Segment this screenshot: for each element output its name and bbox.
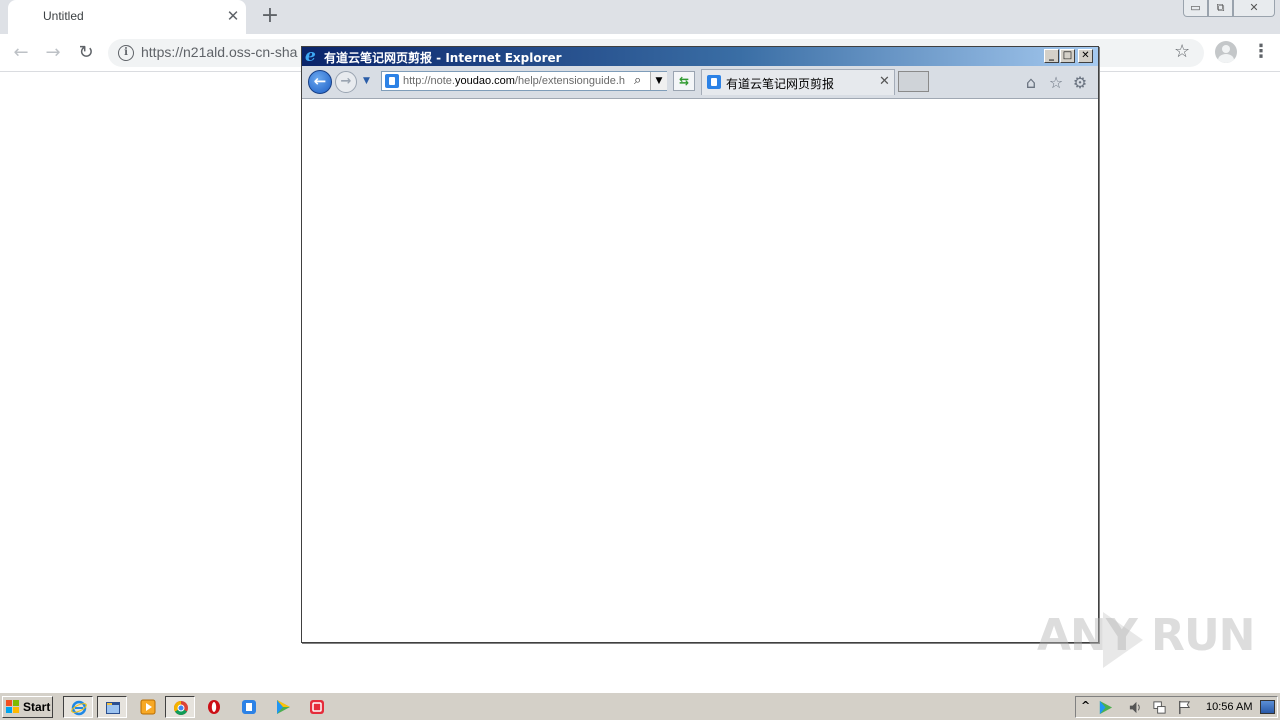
folder-icon <box>106 702 120 714</box>
compatibility-refresh-icon[interactable]: ⇆ <box>673 71 695 91</box>
chrome-icon <box>174 701 188 715</box>
back-arrow-icon[interactable]: ← <box>10 42 32 64</box>
chrome-tab-untitled[interactable]: Untitled ✕ <box>8 0 246 34</box>
taskbar-windows-explorer[interactable] <box>97 696 127 718</box>
network-icon[interactable] <box>1152 700 1167 715</box>
menu-kebab-icon[interactable]: ⋮ <box>1252 42 1270 62</box>
opera-icon <box>208 700 220 714</box>
ie-minimize-button[interactable]: _ <box>1044 49 1059 63</box>
volume-icon[interactable] <box>1128 700 1143 715</box>
profile-avatar-icon[interactable] <box>1215 41 1237 63</box>
reload-icon[interactable]: ↻ <box>75 42 97 64</box>
taskbar-internet-explorer[interactable] <box>63 696 93 718</box>
ie-navigation-bar: ← → ▼ http://note.youdao.com/help/extens… <box>302 66 1098 99</box>
ie-title-bar[interactable]: e 有道云笔记网页剪报 - Internet Explorer _ □ ✕ <box>302 47 1098 66</box>
minimize-button[interactable]: ▭ <box>1183 0 1208 17</box>
action-center-flag-icon[interactable] <box>1177 700 1192 715</box>
ie-maximize-button[interactable]: □ <box>1060 49 1075 63</box>
ie-address-bar[interactable]: http://note.youdao.com/help/extensiongui… <box>381 71 667 91</box>
bookmark-star-icon[interactable]: ☆ <box>1174 41 1190 62</box>
anyrun-watermark: ANY RUN <box>1037 610 1255 661</box>
ie-tab-title: 有道云笔记网页剪报 <box>726 77 835 91</box>
gear-icon[interactable]: ⚙ <box>1071 74 1089 92</box>
close-icon[interactable]: ✕ <box>879 74 890 89</box>
address-dropdown-icon[interactable]: ▼ <box>650 72 667 90</box>
ie-window-title: 有道云笔记网页剪报 - Internet Explorer <box>324 51 562 65</box>
search-icon[interactable]: ⌕ <box>634 73 641 88</box>
ie-page-content[interactable] <box>302 99 1098 642</box>
start-label: Start <box>23 700 51 714</box>
window-close-button[interactable]: ✕ <box>1233 0 1275 17</box>
new-tab-button[interactable]: + <box>259 5 281 27</box>
youdao-favicon-icon <box>707 75 721 89</box>
ie-close-button[interactable]: ✕ <box>1078 49 1093 63</box>
taskbar-opera[interactable] <box>199 696 229 718</box>
play-icon <box>277 700 290 714</box>
page-favicon-icon <box>385 74 399 88</box>
chrome-tab-strip: Untitled ✕ + ▭ ⧉ ✕ <box>0 0 1280 34</box>
ie-window: e 有道云笔记网页剪报 - Internet Explorer _ □ ✕ ← … <box>301 46 1099 643</box>
forward-arrow-icon[interactable]: → <box>335 71 357 93</box>
close-icon[interactable]: ✕ <box>225 8 241 24</box>
address-url[interactable]: https://n21ald.oss-cn-sha <box>141 44 297 60</box>
show-hidden-icons-icon[interactable]: ^ <box>1081 699 1090 712</box>
forward-arrow-icon[interactable]: → <box>42 42 64 64</box>
info-icon[interactable]: i <box>118 45 134 61</box>
system-tray: ^ 10:56 AM <box>1075 696 1278 718</box>
windows-logo-icon <box>6 700 19 713</box>
restore-button[interactable]: ⧉ <box>1208 0 1233 17</box>
taskbar-youdao-note[interactable] <box>234 696 264 718</box>
media-player-icon <box>140 699 156 715</box>
youdao-note-icon <box>242 700 256 714</box>
internet-explorer-icon <box>71 700 87 716</box>
home-icon[interactable]: ⌂ <box>1022 74 1040 92</box>
media-tray-icon[interactable] <box>1098 700 1113 715</box>
start-button[interactable]: Start <box>2 696 53 718</box>
show-desktop-icon[interactable] <box>1260 700 1275 714</box>
favorites-star-icon[interactable]: ☆ <box>1047 74 1065 92</box>
taskbar-chrome[interactable] <box>165 696 195 718</box>
clock[interactable]: 10:56 AM <box>1206 701 1252 713</box>
chrome-tab-title: Untitled <box>43 9 84 23</box>
taskbar-app[interactable] <box>302 696 332 718</box>
app-red-icon <box>310 700 324 714</box>
ie-new-tab-button[interactable] <box>898 71 929 92</box>
ie-tab-youdao[interactable]: 有道云笔记网页剪报 ✕ <box>701 69 895 95</box>
ie-address-url[interactable]: http://note.youdao.com/help/extensiongui… <box>403 75 631 87</box>
taskbar-media-player[interactable] <box>133 696 163 718</box>
taskbar: Start ^ 10:56 AM <box>0 692 1280 720</box>
recent-pages-dropdown-icon[interactable]: ▼ <box>363 76 370 86</box>
internet-explorer-icon: e <box>305 46 316 66</box>
back-arrow-icon[interactable]: ← <box>308 70 332 94</box>
taskbar-video-player[interactable] <box>268 696 298 718</box>
